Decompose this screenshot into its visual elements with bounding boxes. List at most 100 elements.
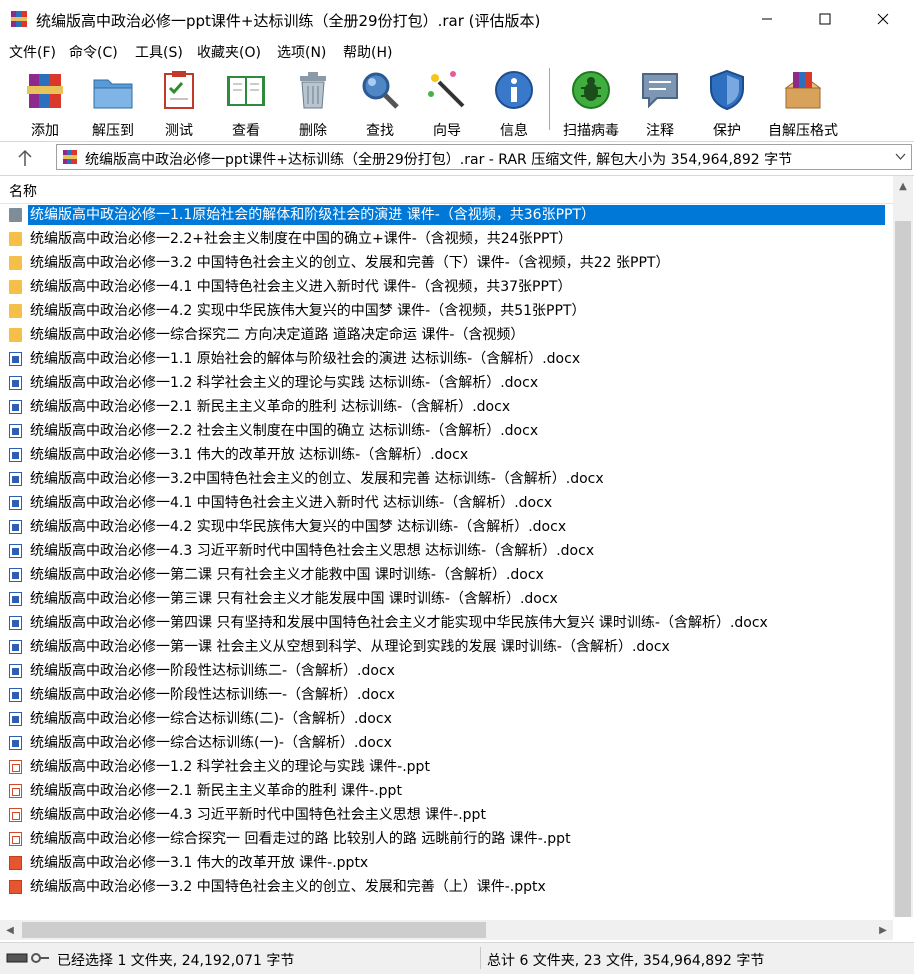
info-button[interactable]: 信息 xyxy=(482,68,546,139)
horizontal-scrollbar[interactable]: ◀ ▶ xyxy=(0,920,893,940)
file-name: 统编版高中政治必修一阶段性达标训练一-（含解析）.docx xyxy=(30,687,395,703)
file-row[interactable]: 统编版高中政治必修一第一课 社会主义从空想到科学、从理论到实践的发展 课时训练-… xyxy=(0,635,893,659)
file-name: 统编版高中政治必修一第三课 只有社会主义才能发展中国 课时训练-（含解析）.do… xyxy=(30,591,558,607)
file-row[interactable]: 统编版高中政治必修一3.2 中国特色社会主义的创立、发展和完善（上）课件-.pp… xyxy=(0,875,893,899)
file-row[interactable]: 统编版高中政治必修一综合探究一 回看走过的路 比较别人的路 远眺前行的路 课件-… xyxy=(0,827,893,851)
minimize-button[interactable] xyxy=(738,0,796,38)
file-row[interactable]: 统编版高中政治必修一1.2 科学社会主义的理论与实践 课件-.ppt xyxy=(0,755,893,779)
vertical-scroll-thumb[interactable] xyxy=(895,221,911,917)
add-button[interactable]: 添加 xyxy=(12,68,78,139)
ppt-file-icon xyxy=(9,760,22,774)
ppt-file-icon xyxy=(9,832,22,846)
view-button[interactable]: 查看 xyxy=(214,68,278,139)
folder-icon xyxy=(9,328,22,342)
docx-file-icon xyxy=(9,568,22,582)
menu-options[interactable]: 选项(N) xyxy=(277,42,326,62)
delete-button[interactable]: 删除 xyxy=(282,68,344,139)
file-row[interactable]: 统编版高中政治必修一第四课 只有坚持和发展中国特色社会主义才能实现中华民族伟大复… xyxy=(0,611,893,635)
extract-to-button[interactable]: 解压到 xyxy=(80,68,146,139)
file-row[interactable]: 统编版高中政治必修一综合达标训练(二)-（含解析）.docx xyxy=(0,707,893,731)
sfx-button[interactable]: 自解压格式 xyxy=(762,68,844,139)
scan-virus-button[interactable]: 扫描病毒 xyxy=(556,68,626,139)
file-name: 统编版高中政治必修一1.1原始社会的解体和阶级社会的演进 课件-（含视频，共36… xyxy=(28,205,885,225)
folder-row[interactable]: 统编版高中政治必修一4.2 实现中华民族伟大复兴的中国梦 课件-（含视频，共51… xyxy=(0,299,893,323)
menu-favorites[interactable]: 收藏夹(O) xyxy=(197,42,261,62)
path-text: 统编版高中政治必修一ppt课件+达标训练（全册29份打包）.rar - RAR … xyxy=(85,152,793,168)
file-row[interactable]: 统编版高中政治必修一4.3 习近平新时代中国特色社会主义思想 课件-.ppt xyxy=(0,803,893,827)
scroll-up-icon[interactable]: ▲ xyxy=(893,176,913,196)
chevron-down-icon[interactable] xyxy=(895,153,906,161)
wizard-label: 向导 xyxy=(433,123,461,139)
folder-row[interactable]: 统编版高中政治必修一1.1原始社会的解体和阶级社会的演进 课件-（含视频，共36… xyxy=(0,203,893,227)
minimize-icon xyxy=(762,18,772,20)
magnifier-icon xyxy=(362,72,399,109)
vertical-scrollbar[interactable]: ▲ xyxy=(893,176,913,917)
ppt-file-icon xyxy=(9,808,22,822)
pptx-file-icon xyxy=(9,856,22,870)
up-arrow-icon[interactable] xyxy=(14,147,36,169)
folder-extract-icon xyxy=(93,79,133,109)
test-button[interactable]: 测试 xyxy=(148,68,210,139)
column-header-name[interactable]: 名称 xyxy=(0,176,893,204)
file-name: 统编版高中政治必修一4.1 中国特色社会主义进入新时代 课件-（含视频，共37张… xyxy=(30,279,572,295)
scroll-left-icon[interactable]: ◀ xyxy=(0,920,20,940)
file-row[interactable]: 统编版高中政治必修一阶段性达标训练二-（含解析）.docx xyxy=(0,659,893,683)
file-row[interactable]: 统编版高中政治必修一4.3 习近平新时代中国特色社会主义思想 达标训练-（含解析… xyxy=(0,539,893,563)
file-row[interactable]: 统编版高中政治必修一4.1 中国特色社会主义进入新时代 达标训练-（含解析）.d… xyxy=(0,491,893,515)
file-row[interactable]: 统编版高中政治必修一3.1 伟大的改革开放 课件-.pptx xyxy=(0,851,893,875)
delete-label: 删除 xyxy=(299,123,327,139)
maximize-button[interactable] xyxy=(796,0,854,38)
file-row[interactable]: 统编版高中政治必修一1.2 科学社会主义的理论与实践 达标训练-（含解析）.do… xyxy=(0,371,893,395)
scroll-right-icon[interactable]: ▶ xyxy=(873,920,893,940)
wizard-button[interactable]: 向导 xyxy=(416,68,478,139)
find-button[interactable]: 查找 xyxy=(348,68,412,139)
folder-row[interactable]: 统编版高中政治必修一2.2+社会主义制度在中国的确立+课件-（含视频，共24张P… xyxy=(0,227,893,251)
close-button[interactable] xyxy=(854,0,912,38)
docx-file-icon xyxy=(9,376,22,390)
path-combobox[interactable]: 统编版高中政治必修一ppt课件+达标训练（全册29份打包）.rar - RAR … xyxy=(56,144,912,170)
menu-commands[interactable]: 命令(C) xyxy=(69,42,118,62)
file-row[interactable]: 统编版高中政治必修一2.2 社会主义制度在中国的确立 达标训练-（含解析）.do… xyxy=(0,419,893,443)
menu-tools[interactable]: 工具(S) xyxy=(135,42,183,62)
find-label: 查找 xyxy=(366,123,394,139)
folder-icon xyxy=(9,232,22,246)
file-row[interactable]: 统编版高中政治必修一第二课 只有社会主义才能救中国 课时训练-（含解析）.doc… xyxy=(0,563,893,587)
menu-bar: 文件(F) 命令(C) 工具(S) 收藏夹(O) 选项(N) 帮助(H) xyxy=(0,38,914,64)
scan-virus-label: 扫描病毒 xyxy=(563,123,619,139)
docx-file-icon xyxy=(9,640,22,654)
folder-icon xyxy=(9,280,22,294)
docx-file-icon xyxy=(9,424,22,438)
trash-icon xyxy=(300,72,326,109)
folder-row[interactable]: 统编版高中政治必修一综合探究二 方向决定道路 道路决定命运 课件-（含视频） xyxy=(0,323,893,347)
horizontal-scroll-thumb[interactable] xyxy=(22,922,486,938)
comment-button[interactable]: 注释 xyxy=(628,68,692,139)
file-row[interactable]: 统编版高中政治必修一3.2中国特色社会主义的创立、发展和完善 达标训练-（含解析… xyxy=(0,467,893,491)
file-row[interactable]: 统编版高中政治必修一2.1 新民主主义革命的胜利 课件-.ppt xyxy=(0,779,893,803)
winrar-app-icon xyxy=(11,11,27,27)
menu-file[interactable]: 文件(F) xyxy=(9,42,56,62)
file-row[interactable]: 统编版高中政治必修一4.2 实现中华民族伟大复兴的中国梦 达标训练-（含解析）.… xyxy=(0,515,893,539)
books-add-icon xyxy=(27,74,63,108)
close-icon xyxy=(877,13,889,25)
folder-row[interactable]: 统编版高中政治必修一4.1 中国特色社会主义进入新时代 课件-（含视频，共37张… xyxy=(0,275,893,299)
toolbar-separator xyxy=(549,68,550,130)
file-name: 统编版高中政治必修一阶段性达标训练二-（含解析）.docx xyxy=(30,663,395,679)
file-row[interactable]: 统编版高中政治必修一2.1 新民主主义革命的胜利 达标训练-（含解析）.docx xyxy=(0,395,893,419)
file-name: 统编版高中政治必修一3.2 中国特色社会主义的创立、发展和完善（上）课件-.pp… xyxy=(30,879,546,895)
extract-to-label: 解压到 xyxy=(92,123,134,139)
file-row[interactable]: 统编版高中政治必修一阶段性达标训练一-（含解析）.docx xyxy=(0,683,893,707)
folder-row[interactable]: 统编版高中政治必修一3.2 中国特色社会主义的创立、发展和完善（下）课件-（含视… xyxy=(0,251,893,275)
file-name: 统编版高中政治必修一2.1 新民主主义革命的胜利 课件-.ppt xyxy=(30,783,402,799)
file-row[interactable]: 统编版高中政治必修一综合达标训练(一)-（含解析）.docx xyxy=(0,731,893,755)
file-row[interactable]: 统编版高中政治必修一第三课 只有社会主义才能发展中国 课时训练-（含解析）.do… xyxy=(0,587,893,611)
file-name: 统编版高中政治必修一综合达标训练(一)-（含解析）.docx xyxy=(30,735,392,751)
file-name: 统编版高中政治必修一3.1 伟大的改革开放 达标训练-（含解析）.docx xyxy=(30,447,469,463)
docx-file-icon xyxy=(9,448,22,462)
status-bar: 已经选择 1 文件夹, 24,192,071 字节 总计 6 文件夹, 23 文… xyxy=(0,942,914,974)
file-row[interactable]: 统编版高中政治必修一3.1 伟大的改革开放 达标训练-（含解析）.docx xyxy=(0,443,893,467)
file-row[interactable]: 统编版高中政治必修一1.1 原始社会的解体与阶级社会的演进 达标训练-（含解析）… xyxy=(0,347,893,371)
maximize-icon xyxy=(819,13,831,25)
file-rows: 统编版高中政治必修一1.1原始社会的解体和阶级社会的演进 课件-（含视频，共36… xyxy=(0,203,893,899)
menu-help[interactable]: 帮助(H) xyxy=(343,42,392,62)
protect-button[interactable]: 保护 xyxy=(696,68,758,139)
